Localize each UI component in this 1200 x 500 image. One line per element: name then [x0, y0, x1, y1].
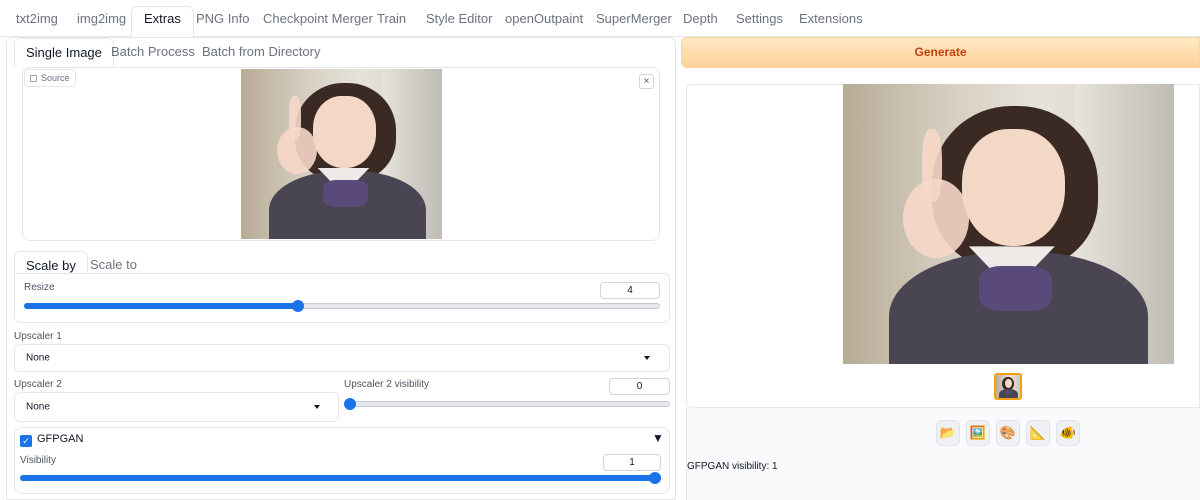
gfpgan-visibility-slider-thumb[interactable] [649, 472, 661, 484]
gfpgan-checkbox[interactable]: ✓ [20, 435, 32, 447]
generate-button[interactable]: Generate [681, 37, 1200, 68]
resize-slider-thumb[interactable] [292, 300, 305, 312]
tab-batch-process[interactable]: Batch Process [111, 44, 195, 59]
source-label: Source [41, 73, 70, 83]
chevron-down-icon [314, 405, 320, 409]
upscaler2-visibility-slider[interactable] [344, 398, 670, 410]
resize-input[interactable]: 4 [600, 282, 660, 299]
collapse-triangle-icon[interactable]: ▼ [652, 431, 664, 445]
source-image [241, 69, 442, 239]
upscaler2-visibility-slider-thumb[interactable] [344, 398, 356, 410]
palette-icon[interactable]: 🎨 [996, 420, 1020, 446]
tab-openoutpaint[interactable]: openOutpaint [505, 7, 583, 37]
tab-png-info[interactable]: PNG Info [196, 7, 249, 37]
gfpgan-visibility-input[interactable]: 1 [603, 454, 661, 471]
upscaler2-value: None [26, 401, 50, 413]
resize-label: Resize [24, 282, 55, 293]
resize-slider-fill [24, 303, 298, 309]
upscaler2-label: Upscaler 2 [14, 379, 62, 390]
source-label-chip: Source [24, 69, 76, 87]
scale-panel [14, 273, 670, 323]
tab-extensions[interactable]: Extensions [799, 7, 863, 37]
ruler-icon[interactable]: 📐 [1026, 420, 1050, 446]
gfpgan-visibility-label: Visibility [20, 455, 56, 466]
fish-icon[interactable]: 🐠 [1056, 420, 1080, 446]
upscaler1-select[interactable]: None [14, 344, 670, 372]
gfpgan-visibility-slider[interactable] [20, 472, 661, 484]
upscaler2-visibility-input[interactable]: 0 [609, 378, 670, 395]
resize-slider[interactable] [24, 300, 660, 312]
gfpgan-label: GFPGAN [37, 433, 84, 445]
upscaler1-value: None [26, 352, 50, 364]
tab-extras[interactable]: Extras [131, 6, 194, 38]
tab-train[interactable]: Train [377, 7, 406, 37]
tab-settings[interactable]: Settings [736, 7, 783, 37]
output-thumbnail[interactable] [994, 373, 1022, 400]
tab-txt2img[interactable]: txt2img [16, 7, 58, 37]
main-tabs: txt2img img2img Extras PNG Info Checkpoi… [0, 0, 1200, 38]
gfpgan-visibility-slider-fill [20, 475, 661, 481]
tab-depth[interactable]: Depth [683, 7, 718, 37]
tab-img2img[interactable]: img2img [77, 7, 126, 37]
tab-batch-from-directory[interactable]: Batch from Directory [202, 44, 320, 59]
upscaler1-label: Upscaler 1 [14, 331, 62, 342]
chevron-down-icon [644, 356, 650, 360]
status-text: GFPGAN visibility: 1 [687, 461, 778, 472]
upscaler2-visibility-label: Upscaler 2 visibility [344, 379, 430, 390]
tab-single-image[interactable]: Single Image [14, 38, 114, 67]
output-image[interactable] [843, 84, 1174, 364]
tab-supermerger[interactable]: SuperMerger [596, 7, 672, 37]
tab-style-editor[interactable]: Style Editor [426, 7, 492, 37]
tab-checkpoint-merger[interactable]: Checkpoint Merger [263, 7, 373, 37]
upscaler2-select[interactable]: None [14, 392, 339, 422]
folder-icon[interactable]: 📂 [936, 420, 960, 446]
image-icon[interactable]: 🖼️ [966, 420, 990, 446]
close-icon[interactable]: × [639, 74, 654, 89]
tab-scale-to[interactable]: Scale to [90, 257, 137, 272]
image-icon [30, 75, 37, 82]
